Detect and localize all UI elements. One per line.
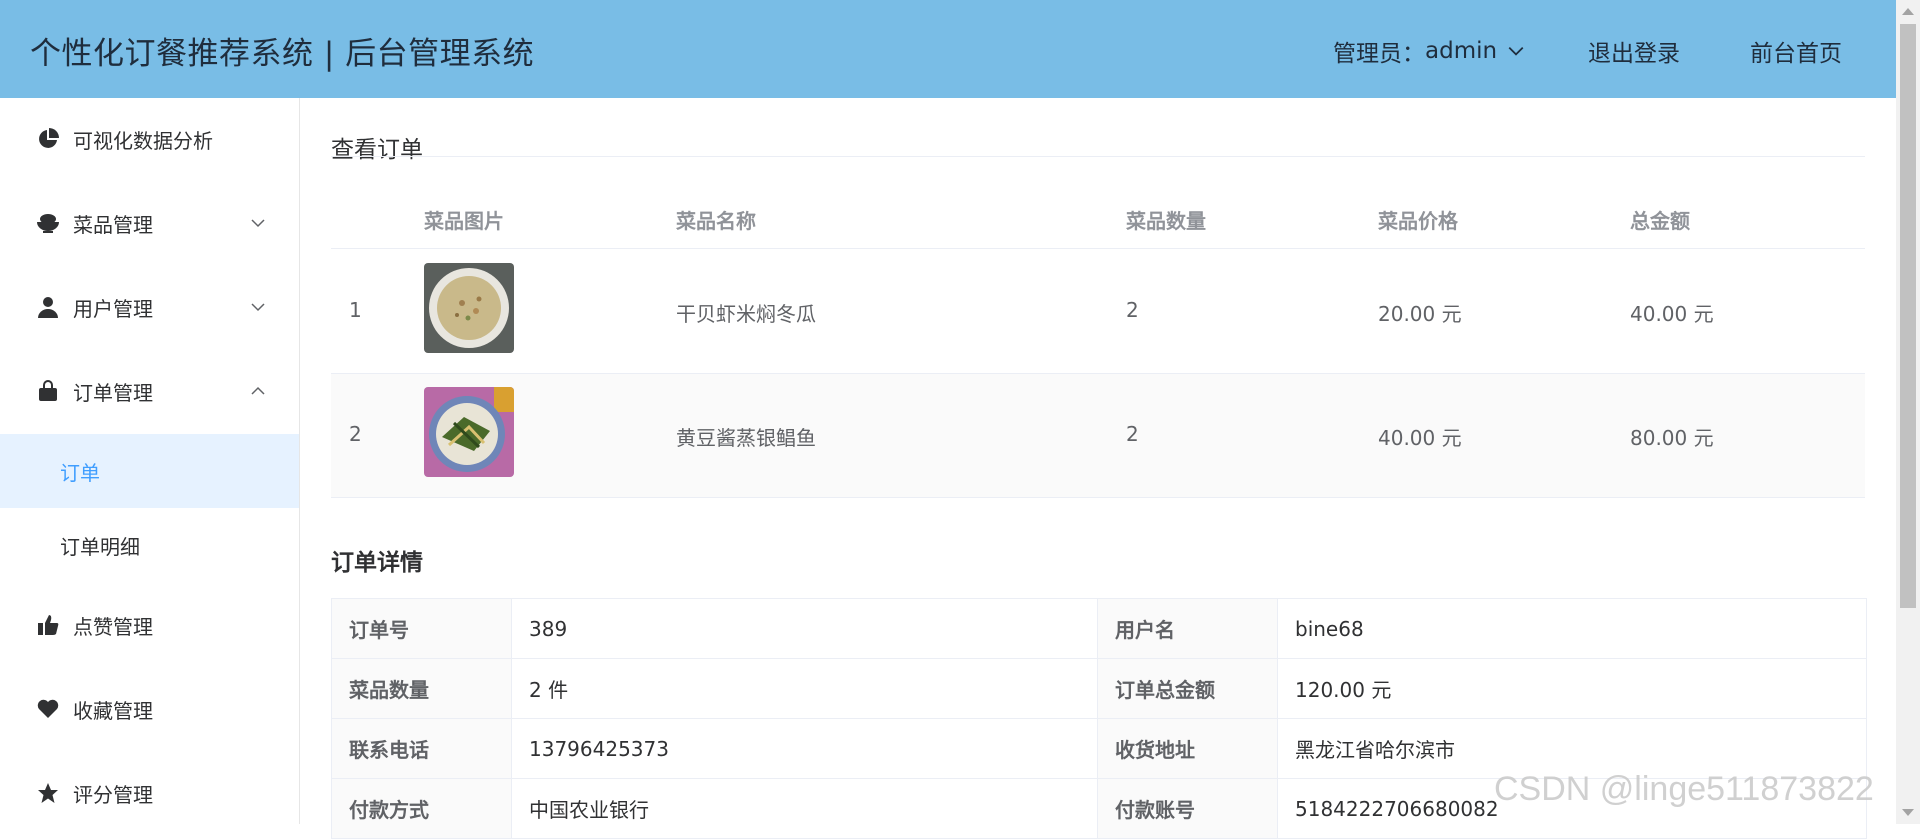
- row-total: 40.00 元: [1630, 302, 1714, 326]
- detail-row: 订单号 389 用户名 bine68: [332, 599, 1866, 659]
- chevron-down-icon: [1508, 46, 1524, 56]
- logout-link[interactable]: 退出登录: [1588, 34, 1680, 68]
- scrollbar-thumb[interactable]: [1900, 24, 1916, 608]
- page-scrollbar[interactable]: [1896, 0, 1920, 824]
- pie-chart-icon: [36, 127, 60, 151]
- sidebar-item-label: 可视化数据分析: [73, 128, 213, 153]
- detail-label-order-no: 订单号: [332, 599, 512, 658]
- sidebar-item-label: 收藏管理: [73, 698, 153, 723]
- column-header: 菜品名称: [676, 209, 756, 233]
- detail-value-username: bine68: [1295, 616, 1364, 641]
- sidebar-item-orders[interactable]: 订单管理: [0, 354, 299, 428]
- front-home-link[interactable]: 前台首页: [1750, 34, 1842, 68]
- table-row[interactable]: 2 黄豆酱蒸银鲳鱼 2 40.00 元 80.00 元: [331, 374, 1865, 498]
- sidebar-item-label: 点赞管理: [73, 614, 153, 639]
- watermark: CSDN @linge511873822: [1494, 770, 1874, 808]
- order-detail-title: 订单详情: [331, 550, 423, 576]
- detail-label-phone: 联系电话: [332, 719, 512, 778]
- sidebar-item-dishes[interactable]: 菜品管理: [0, 186, 299, 260]
- column-header: 总金额: [1630, 209, 1690, 233]
- star-icon: [36, 781, 60, 805]
- detail-label-username: 用户名: [1098, 599, 1278, 658]
- scroll-down-arrow-icon[interactable]: [1902, 809, 1914, 816]
- sidebar-item-label: 用户管理: [73, 296, 153, 321]
- sidebar-item-label: 订单管理: [73, 380, 153, 405]
- detail-label-total-amount: 订单总金额: [1098, 659, 1278, 718]
- chevron-down-icon: [251, 219, 265, 228]
- detail-value-total-amount: 120.00 元: [1295, 678, 1392, 702]
- row-index: 1: [349, 298, 362, 322]
- dish-quantity: 2: [1126, 422, 1139, 446]
- table-header: 菜品图片 菜品名称 菜品数量 菜品价格 总金额: [331, 190, 1865, 249]
- sidebar-item-analytics[interactable]: 可视化数据分析: [0, 102, 299, 176]
- dish-price: 40.00 元: [1378, 426, 1462, 450]
- detail-label-address: 收货地址: [1098, 719, 1278, 778]
- thumbs-up-icon: [36, 613, 60, 637]
- dish-price: 20.00 元: [1378, 302, 1462, 326]
- sidebar-item-favorites[interactable]: 收藏管理: [0, 672, 299, 746]
- column-header: 菜品数量: [1126, 209, 1206, 233]
- sidebar-subitem-order[interactable]: 订单: [0, 434, 299, 508]
- dish-name: 干贝虾米焖冬瓜: [676, 302, 816, 326]
- admin-dropdown[interactable]: 管理员： admin: [1333, 34, 1525, 68]
- sidebar-item-label: 评分管理: [73, 782, 153, 807]
- detail-value-payment-method: 中国农业银行: [512, 779, 1098, 838]
- chevron-down-icon: [251, 303, 265, 312]
- shopping-bag-icon: [36, 379, 60, 403]
- heart-icon: [36, 697, 60, 721]
- chevron-up-icon: [251, 386, 265, 395]
- sidebar-subitem-order-detail[interactable]: 订单明细: [0, 508, 299, 582]
- dish-image[interactable]: [424, 387, 514, 477]
- sidebar-item-label: 菜品管理: [73, 212, 153, 237]
- detail-label-quantity: 菜品数量: [332, 659, 512, 718]
- sidebar-subitem-label: 订单明细: [60, 534, 140, 559]
- column-header: 菜品价格: [1378, 209, 1458, 233]
- sidebar-item-ratings[interactable]: 评分管理: [0, 756, 299, 830]
- detail-value-quantity: 2 件: [512, 659, 1098, 718]
- top-header: 个性化订餐推荐系统 | 后台管理系统 管理员： admin 退出登录 前台首页: [0, 0, 1896, 98]
- table-row[interactable]: 1 干贝虾米焖冬瓜 2 20.00 元 40.00 元: [331, 249, 1865, 374]
- sidebar: 可视化数据分析 菜品管理 用户管理 订单管理 订单 订单明细 点赞管理 收藏管理…: [0, 98, 300, 824]
- detail-row: 菜品数量 2 件 订单总金额 120.00 元: [332, 659, 1866, 719]
- rice-bowl-icon: [36, 211, 60, 235]
- detail-label-payment-method: 付款方式: [332, 779, 512, 838]
- admin-label: 管理员：: [1333, 41, 1425, 67]
- detail-value-order-no: 389: [512, 599, 1098, 658]
- scroll-up-arrow-icon[interactable]: [1902, 8, 1914, 15]
- user-icon: [36, 295, 60, 319]
- row-index: 2: [349, 422, 362, 446]
- admin-username: admin: [1425, 38, 1498, 64]
- sidebar-subitem-label: 订单: [60, 460, 100, 485]
- detail-label-payment-account: 付款账号: [1098, 779, 1278, 838]
- sidebar-item-users[interactable]: 用户管理: [0, 270, 299, 344]
- dish-quantity: 2: [1126, 298, 1139, 322]
- dish-image[interactable]: [424, 263, 514, 353]
- dish-name: 黄豆酱蒸银鲳鱼: [676, 426, 816, 450]
- detail-value-phone: 13796425373: [512, 719, 1098, 778]
- row-total: 80.00 元: [1630, 426, 1714, 450]
- column-header: 菜品图片: [424, 209, 504, 233]
- app-title: 个性化订餐推荐系统 | 后台管理系统: [30, 36, 535, 72]
- sidebar-item-likes[interactable]: 点赞管理: [0, 588, 299, 662]
- order-items-table: 菜品图片 菜品名称 菜品数量 菜品价格 总金额 1 干贝虾米焖冬瓜 2 20.0…: [331, 190, 1865, 500]
